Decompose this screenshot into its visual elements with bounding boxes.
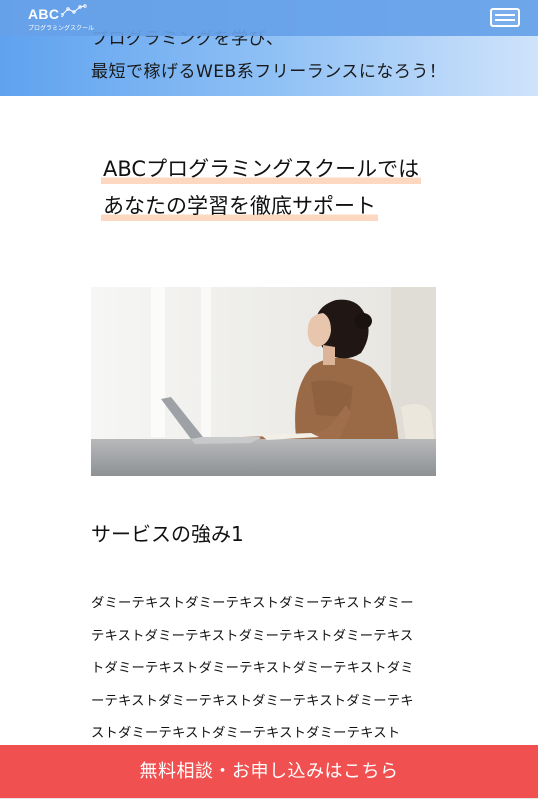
hamburger-menu-button[interactable]: [490, 8, 520, 27]
hamburger-icon: [495, 14, 515, 16]
bottom-edge: [0, 798, 538, 805]
service-title: サービスの強み1: [91, 522, 244, 546]
intro-heading-line-2: あなたの学習を徹底サポート: [101, 191, 378, 221]
hero-text-line-2: 最短で稼げるWEB系フリーランスになろう！: [91, 62, 447, 82]
woman-laptop-photo: [91, 287, 436, 476]
logo-text: ABC: [28, 6, 60, 22]
page: プログラミングを学び、 最短で稼げるWEB系フリーランスになろう！ ABC プロ…: [0, 0, 538, 805]
service-description-line: ーテキストダミーテキストダミーテキストダミーテキ: [91, 693, 414, 709]
logo[interactable]: ABC プログラミングスクール: [28, 4, 94, 32]
hamburger-icon-bar: [495, 19, 515, 21]
logo-graph-icon: [61, 4, 87, 17]
free-consultation-button[interactable]: 無料相談・お申し込みはこちら: [0, 745, 538, 798]
service-description-line: トダミーテキストダミーテキストダミーテキストダミ: [91, 661, 414, 676]
service-description-line: テキストダミーテキストダミーテキストダミーテキス: [91, 628, 414, 644]
logo-subtext: プログラミングスクール: [28, 25, 95, 32]
service-description: ダミーテキストダミーテキストダミーテキストダミー テキストダミーテキストダミーテ…: [91, 588, 436, 751]
service-description-line: ダミーテキストダミーテキストダミーテキストダミー: [91, 596, 414, 611]
photo-illustration: [91, 287, 436, 476]
intro-heading: ABCプログラミングスクールでは あなたの学習を徹底サポート: [101, 154, 521, 221]
intro-heading-line-1: ABCプログラミングスクールでは: [101, 154, 422, 184]
site-header: ABC プログラミングスクール: [0, 0, 538, 36]
